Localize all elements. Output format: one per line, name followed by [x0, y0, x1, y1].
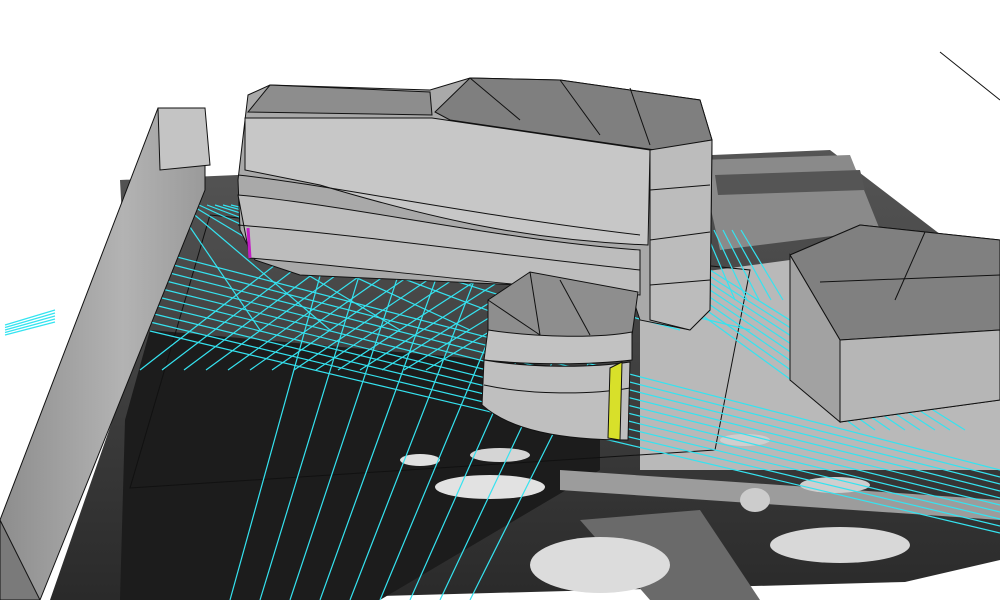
scene-canvas[interactable]	[0, 0, 1000, 600]
boat-8	[740, 488, 770, 512]
highlighted-edge[interactable]	[246, 227, 252, 259]
right-box-building[interactable]	[789, 224, 1000, 424]
boat-5	[720, 434, 770, 446]
rotunda-wing[interactable]	[481, 271, 639, 441]
boat-7	[470, 448, 530, 462]
boat-2	[530, 537, 670, 593]
boat-3	[770, 527, 910, 563]
3d-model-viewport[interactable]	[0, 0, 1000, 600]
selected-face[interactable]	[607, 361, 623, 441]
axis-line	[939, 51, 1000, 101]
